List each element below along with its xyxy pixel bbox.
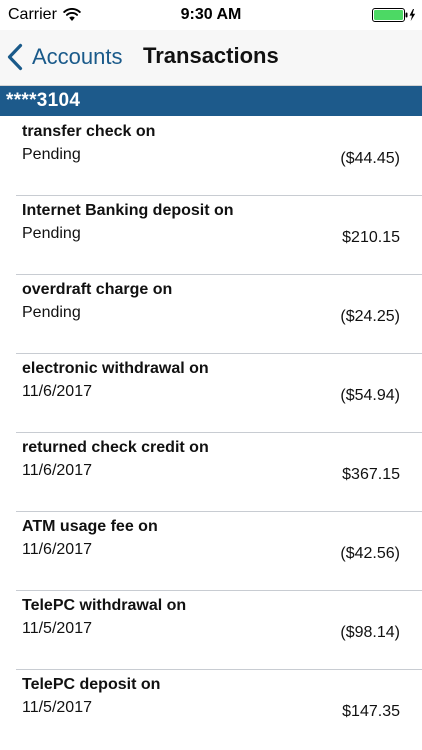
transaction-amount: $147.35 <box>342 703 400 720</box>
transaction-list: transfer check on Pending ($44.45) Inter… <box>0 116 422 748</box>
transaction-description: returned check credit on <box>22 439 209 456</box>
transaction-row[interactable]: TelePC deposit on 11/5/2017 $147.35 <box>0 669 422 748</box>
account-number-header: ****3104 <box>0 86 422 116</box>
transaction-row[interactable]: ATM usage fee on 11/6/2017 ($42.56) <box>0 511 422 590</box>
transaction-description: TelePC withdrawal on <box>22 597 187 614</box>
transaction-description: electronic withdrawal on <box>22 360 209 377</box>
battery-charging-icon <box>372 8 416 22</box>
transaction-row[interactable]: Internet Banking deposit on Pending $210… <box>0 195 422 274</box>
transaction-row[interactable]: overdraft charge on Pending ($24.25) <box>0 274 422 353</box>
navigation-bar: Accounts Transactions <box>0 30 422 86</box>
transaction-description: overdraft charge on <box>22 281 173 298</box>
chevron-left-icon <box>7 43 23 71</box>
transaction-date: Pending <box>22 304 81 321</box>
status-time: 9:30 AM <box>180 6 242 23</box>
transaction-date: Pending <box>22 146 81 163</box>
transaction-description: ATM usage fee on <box>22 518 158 535</box>
transaction-date: Pending <box>22 225 81 242</box>
transaction-description: TelePC deposit on <box>22 676 161 693</box>
status-bar: Carrier 9:30 AM <box>0 0 422 30</box>
transaction-amount: ($44.45) <box>340 150 400 167</box>
back-button[interactable]: Accounts <box>6 39 123 75</box>
transaction-row[interactable]: electronic withdrawal on 11/6/2017 ($54.… <box>0 353 422 432</box>
page-title: Transactions <box>143 43 279 68</box>
transaction-amount: ($24.25) <box>340 308 400 325</box>
transaction-amount: $210.15 <box>342 229 400 246</box>
transaction-amount: $367.15 <box>342 466 400 483</box>
transaction-row[interactable]: returned check credit on 11/6/2017 $367.… <box>0 432 422 511</box>
transaction-description: Internet Banking deposit on <box>22 202 234 219</box>
transaction-date: 11/6/2017 <box>22 462 92 479</box>
transaction-row[interactable]: TelePC withdrawal on 11/5/2017 ($98.14) <box>0 590 422 669</box>
transaction-row[interactable]: transfer check on Pending ($44.45) <box>0 116 422 195</box>
transaction-description: transfer check on <box>22 123 156 140</box>
transaction-amount: ($98.14) <box>340 624 400 641</box>
transaction-date: 11/6/2017 <box>22 383 92 400</box>
back-button-label: Accounts <box>32 44 123 69</box>
transaction-date: 11/6/2017 <box>22 541 92 558</box>
transaction-date: 11/5/2017 <box>22 699 92 716</box>
transaction-date: 11/5/2017 <box>22 620 92 637</box>
transaction-amount: ($54.94) <box>340 387 400 404</box>
transaction-amount: ($42.56) <box>340 545 400 562</box>
